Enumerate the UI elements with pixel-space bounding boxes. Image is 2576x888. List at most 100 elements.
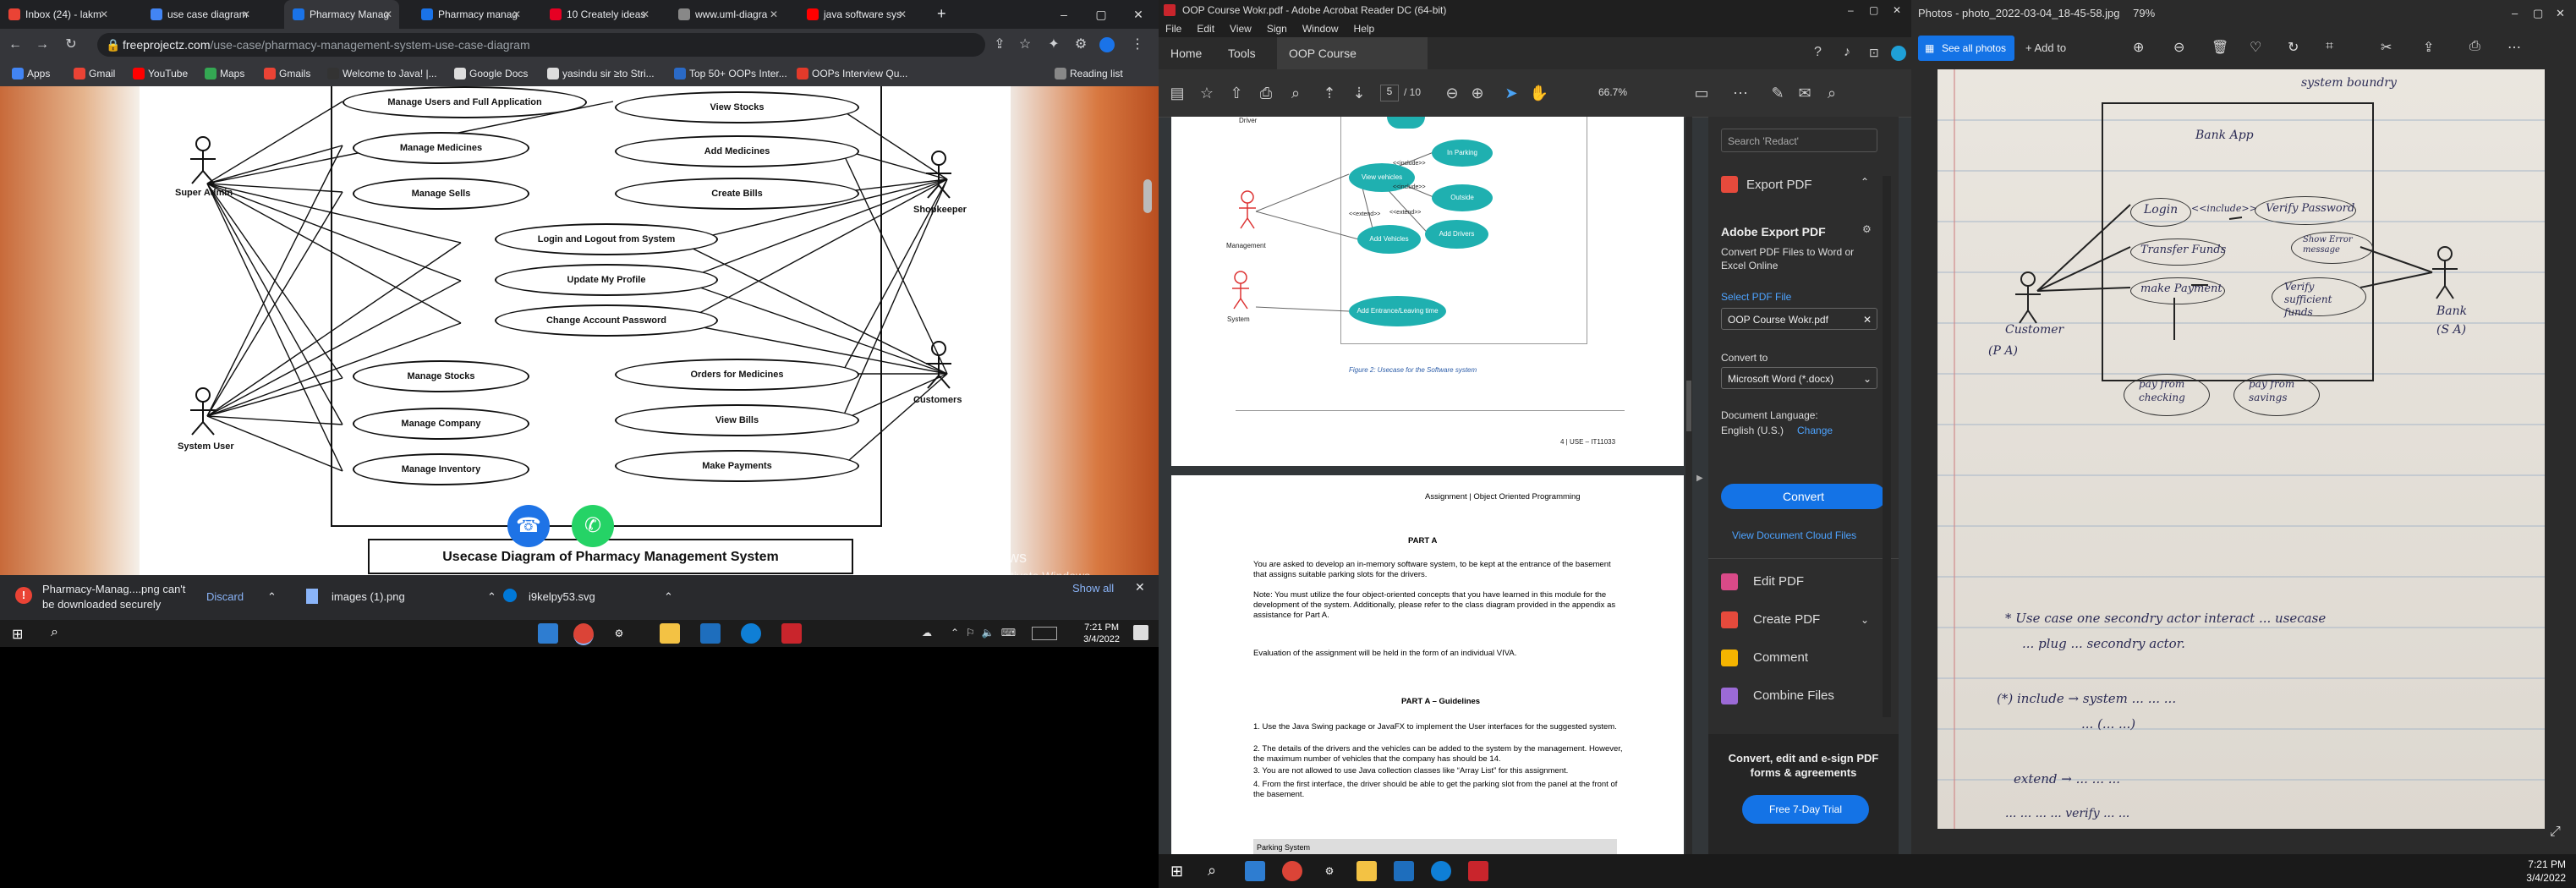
folder-icon[interactable] [660, 623, 680, 644]
tab-uml[interactable]: www.uml-diagra ✕ [670, 0, 785, 29]
reading-list[interactable]: Reading list [1053, 61, 1123, 86]
close-tab-icon[interactable]: ✕ [770, 0, 778, 29]
settings-icon[interactable]: ⚙ [1862, 223, 1872, 235]
minimize-button[interactable]: – [1848, 0, 1854, 20]
tab-use-case[interactable]: use case diagram ✕ [142, 0, 257, 29]
zoom-in-icon[interactable]: ⊕ [1467, 83, 1488, 103]
download-item-blocked[interactable]: ! Pharmacy-Manag....png can't be downloa… [15, 582, 277, 612]
search-input[interactable]: Search 'Redact' [1721, 129, 1877, 152]
page-up-icon[interactable]: ⇡ [1319, 83, 1340, 103]
back-icon[interactable]: ← [7, 36, 24, 53]
mail-icon[interactable]: ✉ [1795, 83, 1815, 103]
acrobat-icon[interactable] [781, 623, 802, 644]
search-icon[interactable]: ⌕ [1208, 862, 1216, 880]
tab-document[interactable]: OOP Course Wokr....✕ [1277, 37, 1428, 92]
tab-inbox[interactable]: Inbox (24) - lakm ✕ [0, 0, 115, 29]
page-number-input[interactable]: 5 [1380, 85, 1399, 101]
bookmark-youtube[interactable]: YouTube [131, 61, 188, 86]
bell-icon[interactable]: ♪ [1844, 45, 1850, 60]
close-tab-icon[interactable]: ✕ [384, 0, 392, 29]
close-window-button[interactable]: ✕ [1120, 0, 1157, 29]
phone-icon[interactable]: ☎ [507, 505, 550, 547]
bookmark-gmails[interactable]: Gmails [262, 61, 310, 86]
view-cloud-link[interactable]: View Document Cloud Files [1732, 529, 1856, 541]
menu-file[interactable]: File [1165, 23, 1181, 35]
new-tab-button[interactable]: + [937, 5, 946, 23]
create-pdf-item[interactable]: Create PDF ⌄ [1721, 607, 1869, 633]
minimize-button[interactable]: – [1045, 0, 1082, 29]
tab-pharmacy-active[interactable]: Pharmacy Manag ✕ [284, 0, 399, 29]
close-tab-icon[interactable]: ✕ [898, 0, 907, 29]
chrome-icon[interactable] [573, 623, 594, 645]
see-all-photos-button[interactable]: ▦ See all photos [1918, 36, 2015, 61]
comment-item[interactable]: Comment [1721, 645, 1808, 671]
print-icon[interactable]: ⎙ [1256, 83, 1276, 103]
more-icon[interactable]: ⋯ [2507, 39, 2521, 56]
zoom-in-icon[interactable]: ⊕ [2133, 39, 2144, 56]
weather-icon[interactable]: ☁ [922, 627, 932, 639]
url-field[interactable]: 🔒 freeprojectz.com/use-case/pharmacy-man… [97, 33, 985, 57]
acrobat-icon[interactable] [1468, 861, 1488, 881]
search-icon[interactable]: ⌕ [1822, 83, 1842, 103]
close-icon[interactable]: ✕ [1863, 309, 1872, 331]
puzzle-icon[interactable]: ⚙ [1072, 36, 1089, 53]
tab-creately[interactable]: 10 Creately ideas ✕ [541, 0, 656, 29]
zoom-search-icon[interactable]: ⌕ [1285, 83, 1306, 103]
comment-icon[interactable]: ▭ [1691, 83, 1712, 103]
settings-icon[interactable]: ⚙ [609, 623, 629, 644]
edit-pdf-item[interactable]: Edit PDF [1721, 569, 1804, 595]
save-icon[interactable]: ▤ [1167, 83, 1187, 103]
close-window-button[interactable]: ✕ [1893, 0, 1901, 20]
maximize-button[interactable]: ▢ [1869, 0, 1878, 20]
export-pdf-title[interactable]: Export PDF [1746, 178, 1812, 192]
menu-sign[interactable]: Sign [1267, 23, 1287, 35]
bookmark-docs[interactable]: Google Docs [452, 61, 528, 86]
bookmark-oops-inter[interactable]: Top 50+ OOPs Inter... [672, 61, 787, 86]
close-tab-icon[interactable]: ✕ [100, 0, 108, 29]
select-cursor-icon[interactable]: ➤ [1501, 83, 1521, 103]
sign-in-icon[interactable]: ⊡ [1869, 46, 1879, 60]
edge-icon[interactable] [1431, 861, 1451, 881]
avatar[interactable] [1891, 46, 1906, 61]
notification-icon[interactable] [1133, 625, 1148, 640]
menu-view[interactable]: View [1230, 23, 1252, 35]
chevron-up-icon[interactable]: ⌃ [487, 589, 496, 605]
app-icon[interactable] [538, 623, 558, 644]
fill-sign-icon[interactable]: ✎ [1768, 83, 1788, 103]
close-tab-icon[interactable]: ✕ [512, 0, 521, 29]
chrome-icon[interactable] [1282, 861, 1302, 881]
folder-icon[interactable] [1357, 861, 1377, 881]
zoom-out-icon[interactable]: ⊖ [1442, 83, 1462, 103]
bookmark-maps[interactable]: Maps [203, 61, 244, 86]
zoom-select[interactable]: 66.7% [1598, 86, 1627, 98]
app-icon[interactable] [1245, 861, 1265, 881]
forward-icon[interactable]: → [34, 36, 51, 53]
tab-java[interactable]: java software sys ✕ [798, 0, 913, 29]
scrollbar[interactable] [1883, 176, 1891, 717]
chevron-up-icon[interactable]: ⌃ [664, 589, 673, 605]
menu-window[interactable]: Window [1302, 23, 1339, 35]
keyboard-icon[interactable] [1032, 627, 1057, 640]
edit-icon[interactable]: ✂ [2381, 39, 2392, 56]
menu-icon[interactable]: ⋮ [1129, 36, 1146, 53]
bookmark-gmail[interactable]: Gmail [72, 61, 115, 86]
share-icon[interactable]: ⇪ [2423, 39, 2434, 56]
collapse-pane-icon[interactable]: ▶ [1696, 474, 1703, 483]
add-to-button[interactable]: + Add to [2025, 41, 2066, 54]
hand-icon[interactable]: ✋ [1529, 83, 1549, 103]
chevron-up-icon[interactable]: ⌃ [1861, 176, 1869, 188]
avatar[interactable] [1099, 37, 1115, 52]
combine-files-item[interactable]: Combine Files [1721, 683, 1834, 709]
tab-pharmacy-2[interactable]: Pharmacy manag ✕ [413, 0, 528, 29]
bookmark-oops-qu[interactable]: OOPs Interview Qu... [795, 61, 907, 86]
download-item[interactable]: i9kelpy53.svg ⌃ [503, 582, 715, 612]
discard-button[interactable]: Discard [206, 589, 244, 605]
maximize-button[interactable]: ▢ [2533, 0, 2543, 27]
close-tab-icon[interactable]: ✕ [242, 0, 250, 29]
menu-help[interactable]: Help [1354, 23, 1375, 35]
rotate-icon[interactable]: ↻ [2288, 39, 2299, 56]
photos-icon[interactable] [700, 623, 721, 644]
bookmark-java[interactable]: Welcome to Java! |... [326, 61, 437, 86]
free-trial-button[interactable]: Free 7-Day Trial [1742, 795, 1869, 824]
chevron-down-icon[interactable]: ⌄ [1861, 607, 1869, 633]
